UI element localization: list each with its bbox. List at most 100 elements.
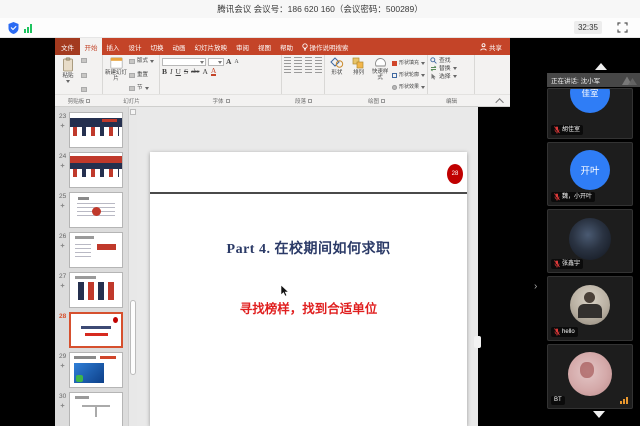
- tab-transitions[interactable]: 切换: [146, 38, 168, 55]
- slide-thumbnail-27[interactable]: [69, 272, 123, 308]
- participant-tile[interactable]: 佳室 胡佳室: [547, 88, 633, 139]
- share-button[interactable]: 共享: [472, 38, 510, 55]
- slide-thumbnail-28-selected[interactable]: [69, 312, 123, 348]
- shapes-button[interactable]: 形状: [327, 57, 347, 93]
- slide-thumbnail-24[interactable]: [69, 152, 123, 188]
- meeting-window: 腾讯会议 会议号：186 620 160（会议密码：500289） 32:35 …: [0, 0, 640, 426]
- scrollbar-thumb[interactable]: [130, 300, 136, 375]
- strikethrough-button[interactable]: abc: [191, 69, 199, 75]
- thumbnail-art: [100, 356, 116, 359]
- tab-slideshow[interactable]: 幻灯片放映: [190, 38, 232, 55]
- dialog-launcher-icon[interactable]: [86, 99, 90, 103]
- grow-font-button[interactable]: A: [226, 57, 231, 66]
- shadow-button[interactable]: S: [184, 67, 188, 76]
- align-right-icon[interactable]: [305, 66, 312, 73]
- slide-title[interactable]: Part 4. 在校期间如何求职: [150, 238, 467, 258]
- cut-icon[interactable]: [81, 58, 87, 63]
- scroll-up-icon[interactable]: [595, 63, 607, 70]
- scrollbar-button[interactable]: [130, 109, 136, 115]
- shape-fill-button[interactable]: 形状填充: [392, 60, 425, 66]
- justify-icon[interactable]: [315, 66, 322, 73]
- indent-icon[interactable]: [305, 57, 312, 64]
- participant-tile[interactable]: 张鑫宇: [547, 209, 633, 273]
- underline-button[interactable]: U: [176, 67, 181, 76]
- dialog-launcher-icon[interactable]: [381, 99, 385, 103]
- slide-thumbnail-26[interactable]: [69, 232, 123, 268]
- thumbnail-art: [74, 356, 96, 359]
- shape-effects-button[interactable]: 形状效果: [392, 84, 425, 90]
- tab-view[interactable]: 视图: [254, 38, 276, 55]
- tab-home[interactable]: 开始: [80, 38, 102, 55]
- align-center-icon[interactable]: [294, 66, 301, 73]
- paste-button[interactable]: 粘贴: [57, 57, 79, 93]
- layout-icon: [129, 59, 135, 64]
- layout-button[interactable]: 版式: [129, 58, 154, 65]
- slide-thumbnail-30[interactable]: [69, 392, 123, 426]
- tellme-search[interactable]: 操作说明搜索: [298, 38, 353, 55]
- copy-icon[interactable]: [81, 73, 87, 78]
- drawing-group-label: 绘图: [368, 97, 379, 105]
- network-signal-icon[interactable]: [24, 24, 32, 33]
- scroll-down-icon[interactable]: [593, 411, 605, 418]
- dropdown-caret-icon: [453, 67, 457, 70]
- dialog-launcher-icon[interactable]: [226, 99, 230, 103]
- bold-button[interactable]: B: [162, 67, 167, 76]
- find-icon: [430, 57, 437, 64]
- line-spacing-icon[interactable]: [315, 57, 322, 64]
- collapse-ribbon-icon[interactable]: [495, 98, 503, 106]
- slide-subtitle[interactable]: 寻找榜样，找到合适单位: [150, 298, 467, 317]
- slide-thumbnail-29[interactable]: [69, 352, 123, 388]
- participant-tile[interactable]: BT: [547, 344, 633, 409]
- thumbnails-scrollbar[interactable]: [128, 107, 137, 426]
- font-size-select[interactable]: [208, 58, 224, 66]
- dialog-launcher-icon[interactable]: [308, 99, 312, 103]
- tab-design[interactable]: 设计: [124, 38, 146, 55]
- participant-tile[interactable]: hello: [547, 276, 633, 341]
- participant-tile[interactable]: 开叶 魏，小开叶: [547, 142, 633, 206]
- tab-review[interactable]: 审阅: [232, 38, 254, 55]
- font-name-select[interactable]: [162, 58, 206, 66]
- font-color-button[interactable]: A: [211, 67, 216, 76]
- tab-animations[interactable]: 动画: [168, 38, 190, 55]
- shape-outline-button[interactable]: 形状轮廓: [392, 72, 425, 78]
- name-badge: 张鑫宇: [551, 259, 583, 269]
- slide-thumbnail-panel: 23 24 25 26: [55, 107, 128, 426]
- thumbnail-art: [113, 317, 118, 323]
- select-button[interactable]: 选择: [430, 73, 472, 80]
- arrange-button[interactable]: 排列: [349, 57, 369, 93]
- find-button[interactable]: 查找: [430, 57, 472, 64]
- section-button[interactable]: 节: [129, 85, 154, 92]
- replace-button[interactable]: 替换: [430, 65, 472, 72]
- italic-button[interactable]: I: [170, 67, 173, 76]
- slide-number: 26: [59, 233, 66, 240]
- reset-button[interactable]: 重置: [129, 72, 154, 79]
- protection-shield-icon[interactable]: [8, 22, 19, 34]
- character-spacing-button[interactable]: A: [202, 67, 207, 76]
- participant-name: BT: [554, 397, 562, 404]
- dropdown-caret-icon: [145, 87, 149, 90]
- panel-collapse-icon[interactable]: ›: [534, 282, 537, 292]
- animation-star-icon: [60, 363, 65, 368]
- ribbon-tabs: 文件 开始 插入 设计 切换 动画 幻灯片放映 审阅 视图 帮助 操作说明搜索 …: [55, 38, 510, 55]
- align-left-icon[interactable]: [284, 66, 291, 73]
- slide-thumbnail-25[interactable]: [69, 192, 123, 228]
- clipboard-icon: [62, 57, 74, 72]
- canvas-scrollbar-thumb[interactable]: [474, 336, 481, 348]
- slide-thumbnail-23[interactable]: [69, 112, 123, 148]
- bullets-icon[interactable]: [284, 57, 291, 64]
- format-painter-icon[interactable]: [81, 87, 87, 92]
- name-badge: 魏，小开叶: [551, 192, 595, 202]
- fullscreen-icon[interactable]: [617, 22, 628, 33]
- new-slide-button[interactable]: 新建幻灯片: [105, 57, 127, 93]
- current-slide[interactable]: 28 Part 4. 在校期间如何求职 寻找榜样，找到合适单位: [150, 152, 467, 426]
- font-group: AA B I U S abc A A: [160, 55, 282, 94]
- tab-insert[interactable]: 插入: [102, 38, 124, 55]
- tab-file[interactable]: 文件: [55, 38, 80, 55]
- numbering-icon[interactable]: [294, 57, 301, 64]
- avatar: [570, 285, 610, 325]
- shrink-font-button[interactable]: A: [234, 59, 238, 65]
- tab-help[interactable]: 帮助: [276, 38, 298, 55]
- quick-styles-button[interactable]: 快速样式: [370, 57, 390, 93]
- participant-name: 胡佳室: [562, 127, 580, 134]
- slide-canvas: 28 Part 4. 在校期间如何求职 寻找榜样，找到合适单位: [137, 107, 478, 426]
